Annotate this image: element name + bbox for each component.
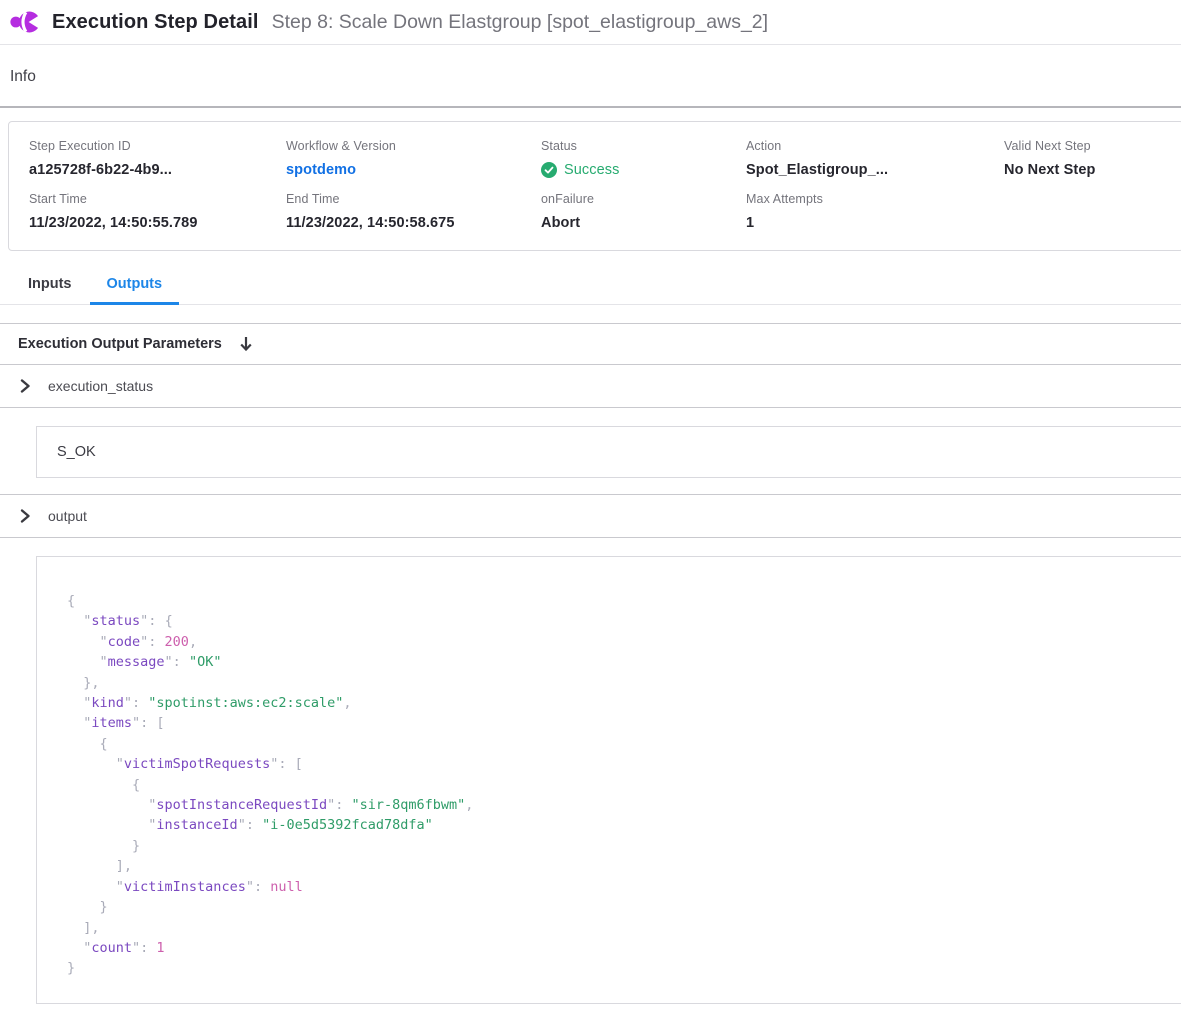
field-value: 1 bbox=[746, 215, 1004, 231]
page-title: Execution Step Detail bbox=[52, 11, 259, 34]
field-step-execution-id: Step Execution ID a125728f-6b22-4b9... bbox=[29, 139, 286, 178]
param-row-output[interactable]: output bbox=[0, 494, 1181, 538]
info-card: Step Execution ID a125728f-6b22-4b9... W… bbox=[8, 121, 1181, 251]
execution-status-value-box: S_OK bbox=[36, 426, 1181, 478]
field-onfailure: onFailure Abort bbox=[541, 192, 746, 231]
spot-logo-icon bbox=[10, 8, 41, 36]
field-label: Valid Next Step bbox=[1004, 139, 1181, 153]
info-section-heading: Info bbox=[0, 45, 1181, 87]
field-valid-next-step: Valid Next Step No Next Step bbox=[1004, 139, 1181, 178]
param-name: output bbox=[48, 508, 87, 524]
field-value: 11/23/2022, 14:50:55.789 bbox=[29, 215, 286, 231]
field-label: Workflow & Version bbox=[286, 139, 541, 153]
field-end-time: End Time 11/23/2022, 14:50:58.675 bbox=[286, 192, 541, 231]
status-text: Success bbox=[564, 162, 620, 178]
section-title: Execution Output Parameters bbox=[18, 336, 222, 352]
field-label: Step Execution ID bbox=[29, 139, 286, 153]
page-header: Execution Step Detail Step 8: Scale Down… bbox=[0, 0, 1181, 45]
field-value: Spot_Elastigroup_... bbox=[746, 162, 1004, 178]
tab-inputs[interactable]: Inputs bbox=[28, 267, 72, 304]
field-value: No Next Step bbox=[1004, 162, 1181, 178]
field-workflow-version: Workflow & Version spotdemo bbox=[286, 139, 541, 178]
field-max-attempts: Max Attempts 1 bbox=[746, 192, 1004, 231]
info-divider bbox=[0, 106, 1181, 108]
output-json-box: { "status": { "code": 200, "message": "O… bbox=[36, 556, 1181, 1004]
field-value: Abort bbox=[541, 215, 746, 231]
field-value: 11/23/2022, 14:50:58.675 bbox=[286, 215, 541, 231]
field-empty bbox=[1004, 192, 1181, 231]
workflow-link[interactable]: spotdemo bbox=[286, 162, 541, 178]
field-action: Action Spot_Elastigroup_... bbox=[746, 139, 1004, 178]
field-status: Status Success bbox=[541, 139, 746, 178]
success-icon bbox=[541, 162, 557, 178]
json-code: { "status": { "code": 200, "message": "O… bbox=[67, 591, 1181, 979]
param-row-execution-status[interactable]: execution_status bbox=[0, 365, 1181, 408]
field-value: a125728f-6b22-4b9... bbox=[29, 162, 286, 178]
status-badge: Success bbox=[541, 162, 746, 178]
field-start-time: Start Time 11/23/2022, 14:50:55.789 bbox=[29, 192, 286, 231]
tab-outputs[interactable]: Outputs bbox=[90, 267, 180, 304]
field-label: Max Attempts bbox=[746, 192, 1004, 206]
execution-output-parameters-header: Execution Output Parameters bbox=[0, 323, 1181, 365]
param-name: execution_status bbox=[48, 378, 153, 394]
chevron-right-icon bbox=[16, 377, 34, 395]
field-label: Status bbox=[541, 139, 746, 153]
field-label: End Time bbox=[286, 192, 541, 206]
detail-tabs: Inputs Outputs bbox=[0, 267, 1181, 305]
page-subtitle: Step 8: Scale Down Elastgroup [spot_elas… bbox=[272, 11, 768, 34]
arrow-down-icon[interactable] bbox=[238, 335, 254, 353]
field-label: Start Time bbox=[29, 192, 286, 206]
param-value: S_OK bbox=[57, 444, 96, 460]
chevron-right-icon bbox=[16, 507, 34, 525]
field-label: onFailure bbox=[541, 192, 746, 206]
field-label: Action bbox=[746, 139, 1004, 153]
